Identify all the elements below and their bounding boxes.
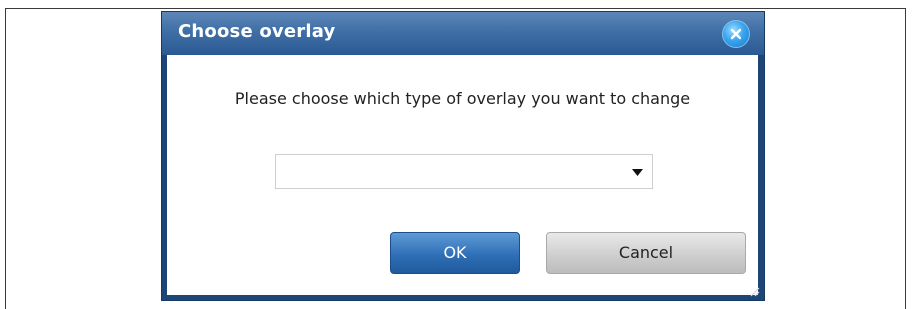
choose-overlay-dialog: Choose overlay Please choose which type … — [161, 11, 765, 301]
cancel-button[interactable]: Cancel — [546, 232, 746, 274]
close-button[interactable] — [722, 20, 750, 48]
ok-button[interactable]: OK — [390, 232, 520, 274]
close-icon — [730, 28, 742, 40]
resize-grip-icon[interactable] — [748, 285, 760, 297]
overlay-type-select[interactable] — [275, 154, 653, 189]
chevron-down-icon — [632, 169, 643, 176]
dialog-titlebar[interactable]: Choose overlay — [162, 12, 764, 55]
dialog-title: Choose overlay — [178, 21, 336, 42]
dialog-content: Please choose which type of overlay you … — [167, 55, 758, 295]
dialog-message: Please choose which type of overlay you … — [234, 89, 691, 108]
